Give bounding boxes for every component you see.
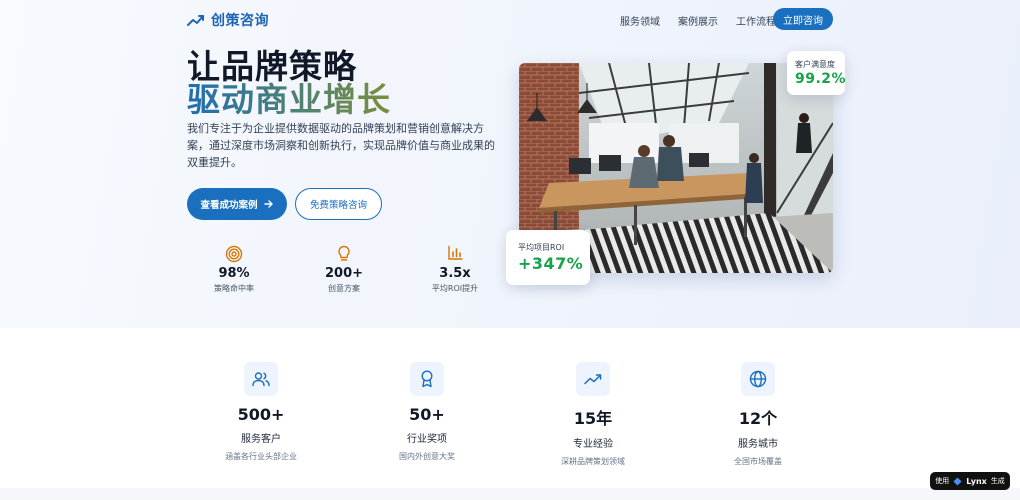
feature-sub: 涵盖各行业头部企业: [225, 452, 297, 461]
arrow-right-icon: [263, 200, 273, 208]
trending-up-icon: [584, 374, 602, 385]
top-nav: 创策咨询 服务领域 案例展示 工作流程 立即咨询: [0, 0, 1020, 38]
stat-value: 3.5x: [439, 266, 471, 281]
brand-logo[interactable]: 创策咨询: [187, 10, 269, 30]
feature-value: 12个: [738, 409, 778, 428]
view-cases-button[interactable]: 查看成功案例: [187, 188, 287, 220]
made-with-badge[interactable]: 使用 Lynx 生成: [930, 472, 1010, 490]
bar-chart-icon: [448, 245, 463, 260]
roi-label: 平均项目ROI: [518, 243, 565, 252]
stat-label: 平均ROI提升: [431, 284, 479, 293]
roi-card: 平均项目ROI +347%: [506, 230, 590, 285]
satisfaction-value: 99.2%: [795, 71, 847, 87]
badge-name: Lynx: [966, 476, 987, 486]
stat-hit-rate: 98% 策略命中率: [189, 245, 279, 294]
nav-links: 服务领域 案例展示 工作流程: [620, 13, 776, 28]
feature-label: 专业经验: [573, 439, 613, 450]
stat-value: 200+: [324, 266, 364, 281]
stat-label: 创意方案: [328, 284, 360, 293]
users-icon: [252, 372, 270, 387]
feature-clients: 500+ 服务客户 涵盖各行业头部企业: [201, 362, 321, 462]
stat-label: 策略命中率: [214, 284, 254, 293]
satisfaction-label: 客户满意度: [795, 60, 835, 69]
feature-sub: 全国市场覆盖: [734, 457, 782, 466]
feature-label: 服务客户: [241, 434, 281, 445]
feature-value: 15年: [573, 409, 613, 428]
trending-up-icon: [187, 15, 204, 26]
feature-awards: 50+ 行业奖项 国内外创意大奖: [367, 362, 487, 462]
feature-value: 50+: [409, 405, 445, 424]
roi-value: +347%: [518, 254, 584, 273]
globe-icon: [749, 370, 767, 388]
award-icon: [421, 370, 433, 388]
stat-ideas: 200+ 创意方案: [299, 245, 389, 294]
feature-cities: 12个 服务城市 全国市场覆盖: [698, 362, 818, 467]
feature-label: 行业奖项: [407, 434, 447, 445]
lynx-logo-icon: [953, 477, 962, 485]
lightbulb-icon: [338, 245, 350, 261]
badge-prefix: 使用: [935, 477, 950, 485]
nav-link-cases[interactable]: 案例展示: [678, 13, 718, 28]
badge-suffix: 生成: [990, 477, 1005, 485]
view-cases-label: 查看成功案例: [200, 200, 258, 211]
stat-roi: 3.5x 平均ROI提升: [410, 245, 500, 294]
nav-link-services[interactable]: 服务领域: [620, 13, 660, 28]
brand-name: 创策咨询: [211, 13, 269, 29]
consult-now-button[interactable]: 立即咨询: [773, 8, 833, 30]
free-consult-button[interactable]: 免费策略咨询: [295, 188, 382, 220]
feature-sub: 深耕品牌策划领域: [561, 457, 625, 466]
feature-value: 500+: [237, 405, 285, 424]
target-icon: [225, 245, 243, 263]
nav-link-process[interactable]: 工作流程: [736, 13, 776, 28]
hero-description: 我们专注于为企业提供数据驱动的品牌策划和营销创意解决方案，通过深度市场洞察和创新…: [187, 122, 495, 169]
satisfaction-card: 客户满意度 99.2%: [787, 51, 847, 95]
feature-sub: 国内外创意大奖: [399, 452, 455, 461]
next-section-edge: [0, 488, 1020, 500]
feature-experience: 15年 专业经验 深耕品牌策划领域: [533, 362, 653, 467]
hero-title-line2: 驱动商业增长: [187, 73, 391, 121]
feature-label: 服务城市: [738, 439, 778, 450]
stat-value: 98%: [218, 266, 250, 281]
